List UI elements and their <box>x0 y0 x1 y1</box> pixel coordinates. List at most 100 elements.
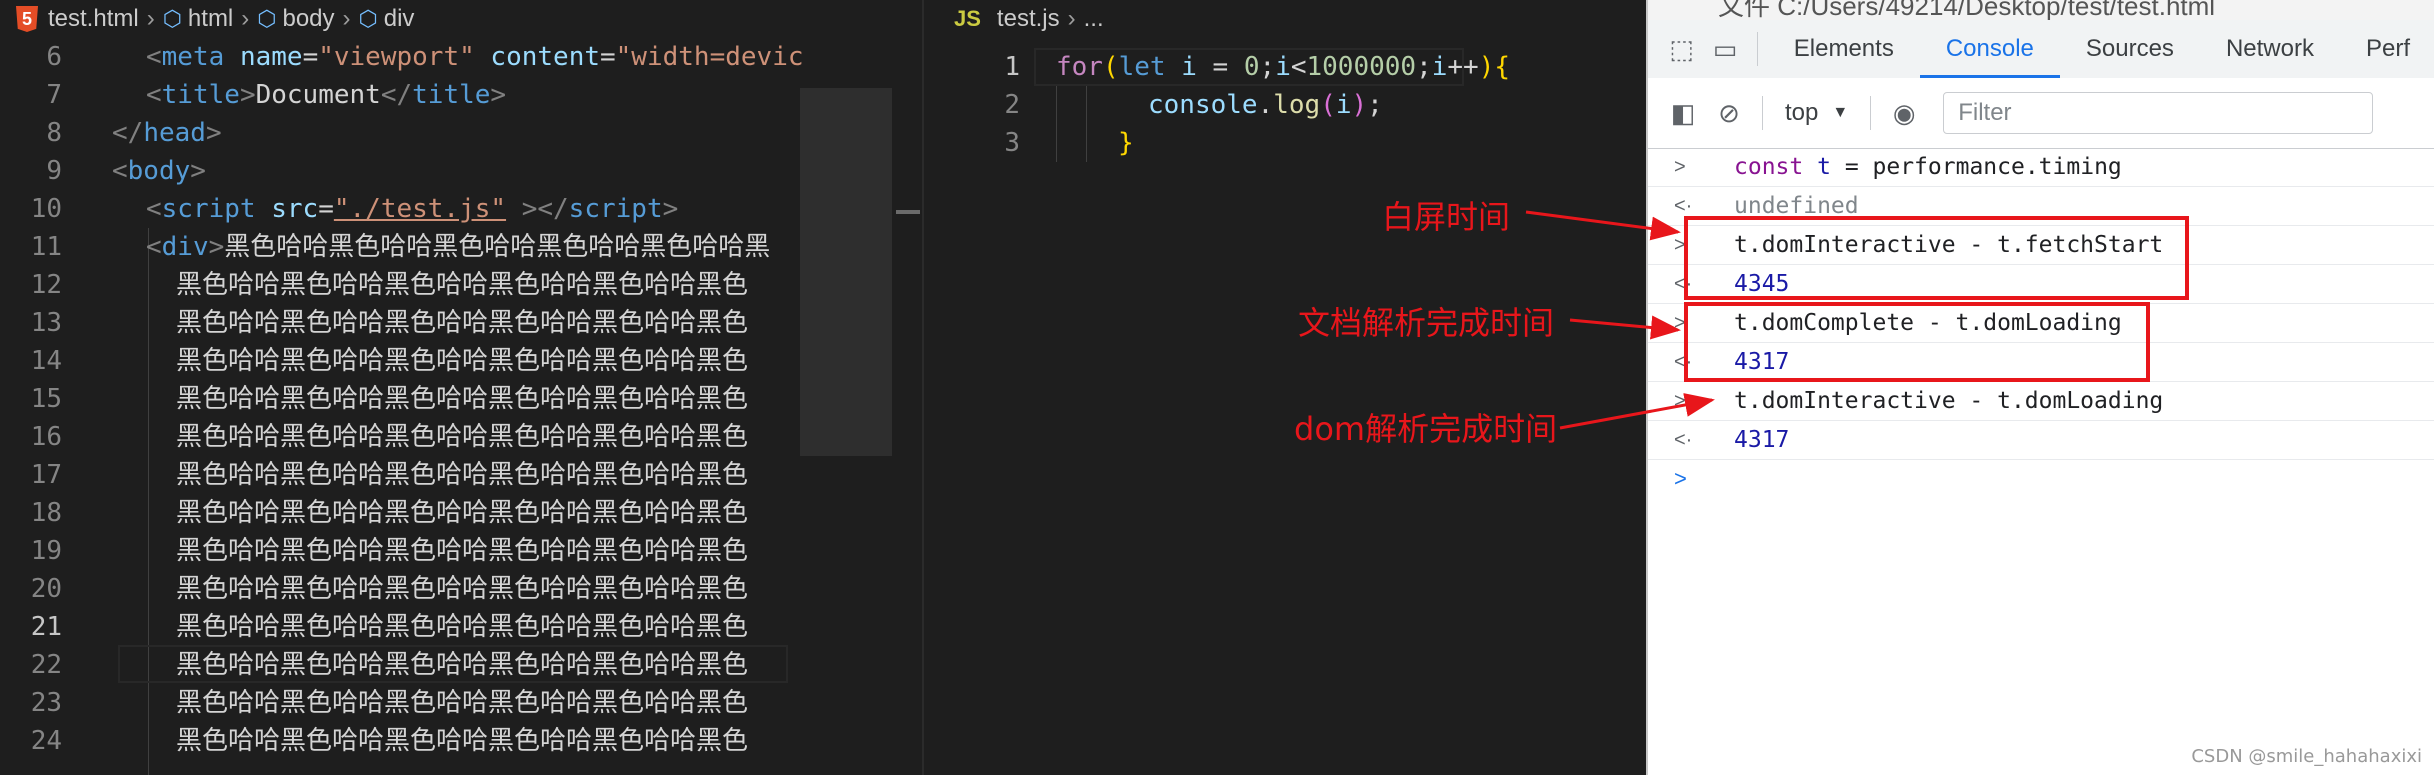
console-input-row: > const t = performance.timing <box>1648 148 2434 187</box>
code-text: </head> <box>112 118 222 148</box>
line-number: 20 <box>30 574 62 604</box>
tab-elements[interactable]: Elements <box>1768 20 1920 78</box>
code-line: 11 <div>黑色哈哈黑色哈哈黑色哈哈黑色哈哈黑色哈哈黑 <box>0 228 800 266</box>
html-editor-pane[interactable]: 5 test.html › ⬡ html › ⬡ body › ⬡ div 6 … <box>0 0 922 775</box>
tab-network[interactable]: Network <box>2200 20 2340 78</box>
code-text: 黑色哈哈黑色哈哈黑色哈哈黑色哈哈黑色哈哈黑色 <box>176 650 749 680</box>
breadcrumb-more[interactable]: ... <box>1084 5 1104 33</box>
code-text: 黑色哈哈黑色哈哈黑色哈哈黑色哈哈黑色哈哈黑色 <box>176 726 749 756</box>
tab-sources[interactable]: Sources <box>2060 20 2200 78</box>
chevron-right-icon: › <box>241 5 250 32</box>
filter-placeholder: Filter <box>1958 99 2012 126</box>
highlight-box-doc-parse <box>1684 302 2150 382</box>
line-number: 10 <box>30 194 62 224</box>
tab-console[interactable]: Console <box>1919 20 2060 78</box>
code-line: 22 黑色哈哈黑色哈哈黑色哈哈黑色哈哈黑色哈哈黑色 <box>0 646 800 684</box>
minimap-slider[interactable] <box>800 88 892 456</box>
chevron-output-icon: <· <box>1674 429 1693 451</box>
js-editor-breadcrumb-bar: JS test.js › ... <box>924 0 1104 38</box>
toolbar-divider <box>1870 96 1872 130</box>
clear-console-icon[interactable]: ⊘ <box>1706 90 1752 136</box>
line-number: 14 <box>30 346 62 376</box>
console-result: 4317 <box>1734 427 1790 453</box>
context-selector[interactable]: top ▼ <box>1785 99 1848 127</box>
line-number: 15 <box>30 384 62 414</box>
console-prompt[interactable]: > <box>1648 460 2434 500</box>
element-cube-icon: ⬡ <box>257 6 277 31</box>
devtools-tab-bar: ⬚ ▭ Elements Console Sources Network Per… <box>1648 20 2434 79</box>
code-text: 黑色哈哈黑色哈哈黑色哈哈黑色哈哈黑色哈哈黑色 <box>176 536 749 566</box>
highlight-box-white-screen <box>1684 216 2189 300</box>
filter-input[interactable]: Filter <box>1943 92 2374 134</box>
console-input-row: > t.domInteractive - t.domLoading <box>1648 382 2434 421</box>
line-number: 17 <box>30 460 62 490</box>
code-line: 16 黑色哈哈黑色哈哈黑色哈哈黑色哈哈黑色哈哈黑色 <box>0 418 800 456</box>
line-number: 11 <box>30 232 62 262</box>
line-number: 2 <box>1004 90 1020 120</box>
toolbar-divider <box>1762 96 1763 130</box>
inspect-element-icon[interactable]: ⬚ <box>1660 26 1703 72</box>
breadcrumb-file[interactable]: test.js <box>997 5 1060 33</box>
code-text: 黑色哈哈黑色哈哈黑色哈哈黑色哈哈黑色哈哈黑色 <box>176 498 749 528</box>
code-text: 黑色哈哈黑色哈哈黑色哈哈黑色哈哈黑色哈哈黑色 <box>176 460 749 490</box>
breadcrumb-html[interactable]: html <box>188 5 233 33</box>
code-text: <body> <box>112 156 206 186</box>
code-line: 15 黑色哈哈黑色哈哈黑色哈哈黑色哈哈黑色哈哈黑色 <box>0 380 800 418</box>
js-file-icon: JS <box>954 6 981 31</box>
live-expression-eye-icon[interactable]: ◉ <box>1881 90 1927 136</box>
html-code-area[interactable]: 6 <meta name="viewport" content="width=d… <box>0 38 804 775</box>
breadcrumb-div[interactable]: div <box>384 5 415 33</box>
html5-file-icon: 5 <box>16 6 38 32</box>
code-text: <meta name="viewport" content="width=dev… <box>146 42 804 72</box>
prompt-chevron-icon: > <box>1674 466 1687 491</box>
js-minimap[interactable] <box>1564 40 1624 80</box>
line-number: 19 <box>30 536 62 566</box>
scrollbar-thumb[interactable] <box>896 210 920 214</box>
watermark: CSDN @smile_hahahaxixi <box>2191 746 2422 767</box>
devtools-panel[interactable]: 文件 C:/Users/49214/Desktop/test/test.html… <box>1646 0 2434 775</box>
code-line: 9 <body> <box>0 152 800 190</box>
code-line: 7 <title>Document</title> <box>0 76 800 114</box>
console-command: const t = performance.timing <box>1734 154 2122 180</box>
code-text: 黑色哈哈黑色哈哈黑色哈哈黑色哈哈黑色哈哈黑色 <box>176 346 749 376</box>
chevron-input-icon: > <box>1674 156 1686 178</box>
line-number: 3 <box>1004 128 1020 158</box>
code-line: 12 黑色哈哈黑色哈哈黑色哈哈黑色哈哈黑色哈哈黑色 <box>0 266 800 304</box>
code-text: 黑色哈哈黑色哈哈黑色哈哈黑色哈哈黑色哈哈黑色 <box>176 574 749 604</box>
device-toolbar-icon[interactable]: ▭ <box>1703 26 1746 72</box>
breadcrumb-body[interactable]: body <box>282 5 334 33</box>
code-text: <script src="./test.js" ></script> <box>146 194 679 224</box>
code-text: 黑色哈哈黑色哈哈黑色哈哈黑色哈哈黑色哈哈黑色 <box>176 688 749 718</box>
js-editor-pane[interactable]: JS test.js › ... 1 for(let i = 0;i<10000… <box>922 0 1646 775</box>
code-line: 18 黑色哈哈黑色哈哈黑色哈哈黑色哈哈黑色哈哈黑色 <box>0 494 800 532</box>
html-minimap[interactable] <box>800 40 892 775</box>
line-number: 22 <box>30 650 62 680</box>
code-line: 2 console.log(i); <box>924 86 1624 124</box>
element-cube-icon: ⬡ <box>162 6 182 31</box>
code-text: 黑色哈哈黑色哈哈黑色哈哈黑色哈哈黑色哈哈黑色 <box>176 612 749 642</box>
console-command: t.domInteractive - t.domLoading <box>1734 388 2164 414</box>
code-line: 19 黑色哈哈黑色哈哈黑色哈哈黑色哈哈黑色哈哈黑色 <box>0 532 800 570</box>
annotation-white-screen: 白屏时间 <box>1382 198 1511 236</box>
html-editor-breadcrumb-bar: 5 test.html › ⬡ html › ⬡ body › ⬡ div <box>0 0 922 38</box>
annotation-dom-parse: dom解析完成时间 <box>1294 410 1558 448</box>
console-toolbar: ◧ ⊘ top ▼ ◉ Filter <box>1648 78 2434 149</box>
line-number: 16 <box>30 422 62 452</box>
tab-performance[interactable]: Perf <box>2340 20 2434 78</box>
annotation-doc-parse: 文档解析完成时间 <box>1298 304 1555 342</box>
caret-down-icon: ▼ <box>1832 104 1849 121</box>
chevron-right-icon: › <box>146 5 155 32</box>
line-number: 7 <box>46 80 62 110</box>
toolbar-divider <box>1756 32 1758 66</box>
html-vertical-scrollbar[interactable] <box>892 40 922 775</box>
code-line: 14 黑色哈哈黑色哈哈黑色哈哈黑色哈哈黑色哈哈黑色 <box>0 342 800 380</box>
code-text: 黑色哈哈黑色哈哈黑色哈哈黑色哈哈黑色哈哈黑色 <box>176 308 749 338</box>
js-code-area[interactable]: 1 for(let i = 0;i<1000000;i++){ 2 consol… <box>924 48 1624 748</box>
breadcrumb-file[interactable]: test.html <box>48 5 139 33</box>
line-number: 12 <box>30 270 62 300</box>
js-vertical-scrollbar[interactable] <box>1624 40 1646 775</box>
sidebar-toggle-icon[interactable]: ◧ <box>1660 90 1706 136</box>
code-text: <title>Document</title> <box>146 80 507 110</box>
line-number: 18 <box>30 498 62 528</box>
code-line: 1 for(let i = 0;i<1000000;i++){ <box>924 48 1624 86</box>
